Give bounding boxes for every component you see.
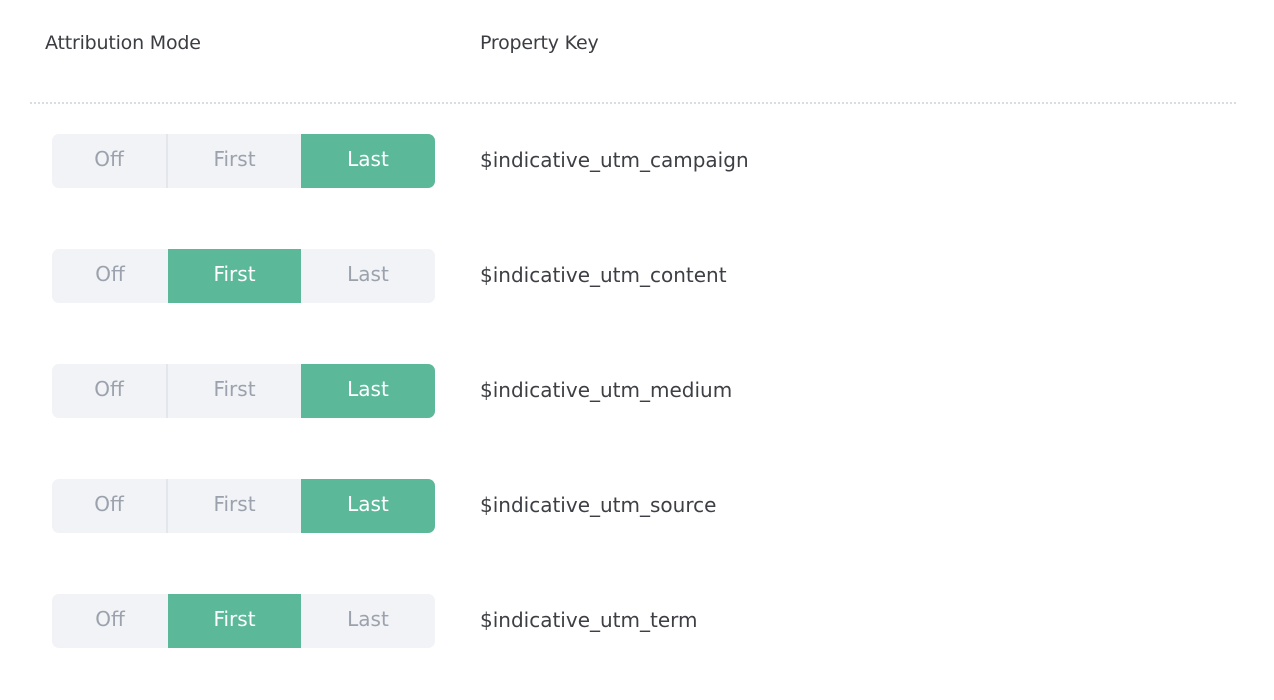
- attribution-mode-toggle: Off First Last: [52, 479, 435, 533]
- attribution-row: Off First Last $indicative_utm_campaign: [52, 134, 1152, 188]
- property-key-header: Property Key: [480, 32, 599, 54]
- mode-option-first[interactable]: First: [168, 249, 301, 303]
- mode-option-last[interactable]: Last: [301, 479, 435, 533]
- attribution-row: Off First Last $indicative_utm_term: [52, 594, 1152, 648]
- property-key: $indicative_utm_source: [480, 493, 717, 517]
- mode-option-off[interactable]: Off: [52, 479, 168, 533]
- property-key: $indicative_utm_medium: [480, 378, 733, 402]
- property-key: $indicative_utm_content: [480, 263, 727, 287]
- mode-option-first[interactable]: First: [168, 364, 301, 418]
- attribution-row: Off First Last $indicative_utm_medium: [52, 364, 1152, 418]
- property-key: $indicative_utm_campaign: [480, 148, 749, 172]
- attribution-row: Off First Last $indicative_utm_source: [52, 479, 1152, 533]
- mode-option-first[interactable]: First: [168, 594, 301, 648]
- mode-option-off[interactable]: Off: [52, 249, 168, 303]
- attribution-mode-toggle: Off First Last: [52, 249, 435, 303]
- attribution-row: Off First Last $indicative_utm_content: [52, 249, 1152, 303]
- mode-option-last[interactable]: Last: [301, 249, 435, 303]
- property-key: $indicative_utm_term: [480, 608, 698, 632]
- mode-option-last[interactable]: Last: [301, 364, 435, 418]
- mode-option-off[interactable]: Off: [52, 364, 168, 418]
- mode-option-off[interactable]: Off: [52, 594, 168, 648]
- mode-option-last[interactable]: Last: [301, 134, 435, 188]
- attribution-mode-toggle: Off First Last: [52, 364, 435, 418]
- attribution-mode-toggle: Off First Last: [52, 594, 435, 648]
- mode-option-last[interactable]: Last: [301, 594, 435, 648]
- mode-option-first[interactable]: First: [168, 479, 301, 533]
- mode-option-off[interactable]: Off: [52, 134, 168, 188]
- mode-option-first[interactable]: First: [168, 134, 301, 188]
- header-divider: [30, 102, 1236, 104]
- attribution-mode-header: Attribution Mode: [45, 32, 201, 54]
- attribution-mode-toggle: Off First Last: [52, 134, 435, 188]
